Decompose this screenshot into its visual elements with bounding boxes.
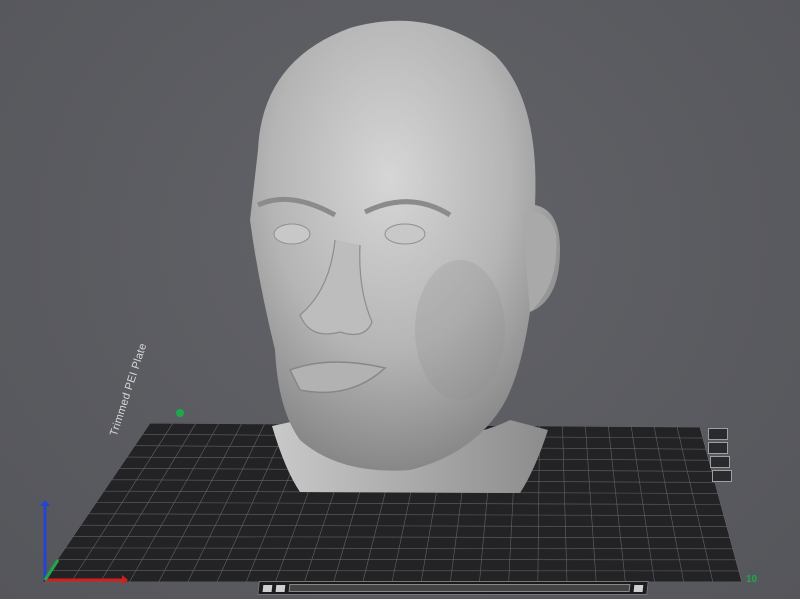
model-eye-right xyxy=(384,223,426,245)
toolbar-field[interactable] xyxy=(288,584,631,592)
settings-icon[interactable] xyxy=(275,584,286,592)
camera-icon[interactable] xyxy=(262,584,273,592)
plate-icon-4 xyxy=(712,470,732,482)
3d-viewport[interactable]: Trimmed PEI Plate 10 xyxy=(0,0,800,599)
plate-icon-3 xyxy=(710,456,730,468)
view-icon[interactable] xyxy=(633,584,644,592)
axis-number: 10 xyxy=(746,574,758,585)
plate-corner-marker xyxy=(176,409,184,417)
bottom-toolbar xyxy=(257,581,649,595)
plate-icon-2 xyxy=(708,442,728,454)
plate-icon-1 xyxy=(708,428,728,440)
model-eye-left xyxy=(273,223,311,245)
model-head xyxy=(250,20,560,471)
scene-canvas xyxy=(40,20,743,585)
